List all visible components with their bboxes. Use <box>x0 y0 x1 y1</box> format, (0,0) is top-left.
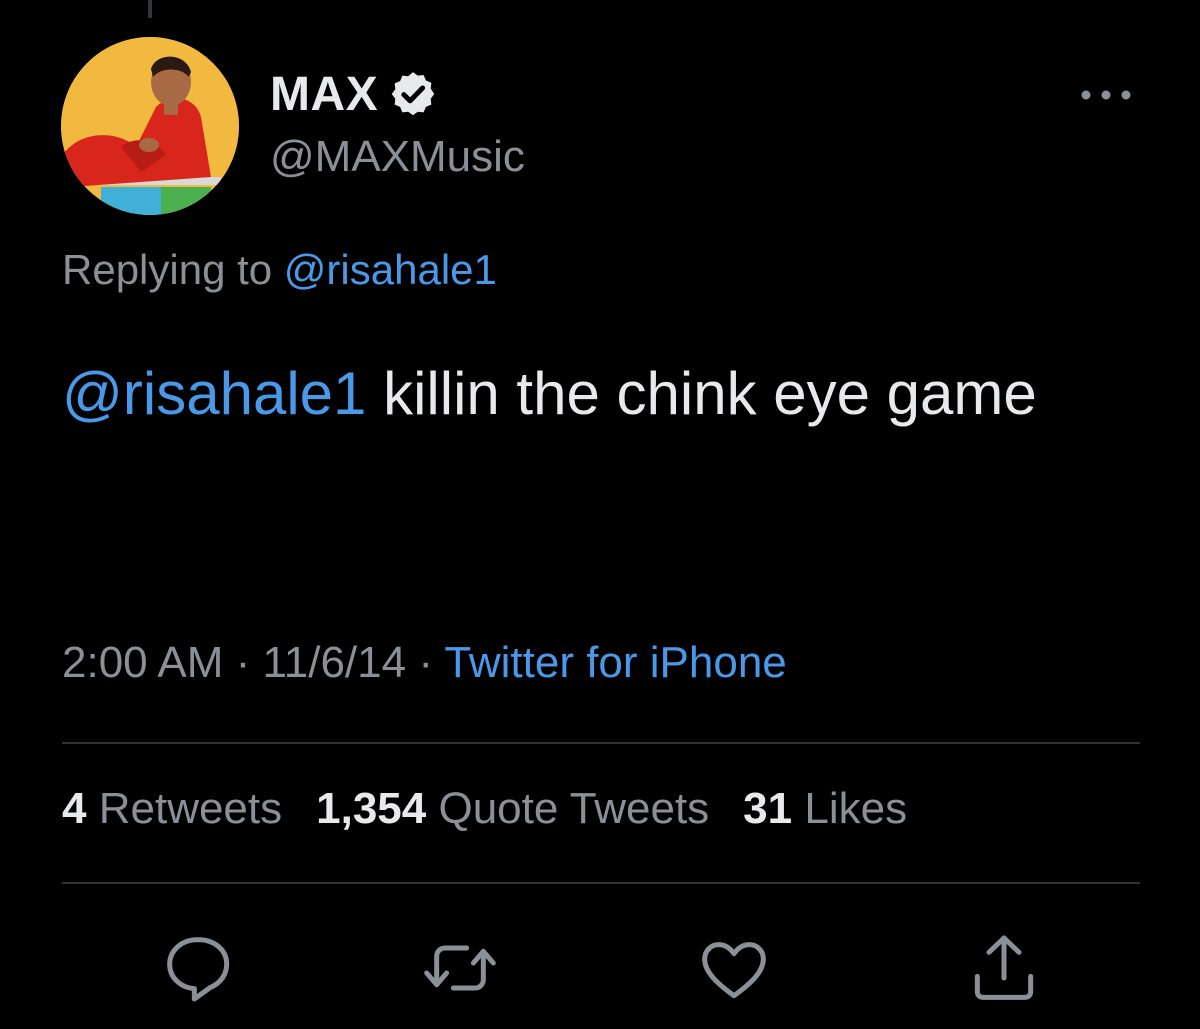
share-icon[interactable] <box>964 928 1044 1008</box>
likes-stat[interactable]: 31 Likes <box>743 784 907 833</box>
tweet-body: killin the chink eye game <box>366 360 1037 427</box>
retweet-icon[interactable] <box>420 928 500 1008</box>
divider <box>62 882 1140 884</box>
heart-icon[interactable] <box>694 928 774 1008</box>
replying-to-mention[interactable]: @risahale1 <box>284 246 497 293</box>
tweet-mention[interactable]: @risahale1 <box>62 360 366 427</box>
quote-tweets-label: Quote Tweets <box>438 784 710 833</box>
tweet-text: @risahale1 killin the chink eye game <box>62 340 1142 448</box>
replying-to: Replying to @risahale1 <box>62 246 497 294</box>
quote-tweets-count: 1,354 <box>316 784 427 833</box>
thread-connector-line <box>148 0 152 18</box>
engagement-stats: 4 Retweets 1,354 Quote Tweets 31 Likes <box>62 784 907 834</box>
verified-badge-icon <box>391 72 435 116</box>
reply-icon[interactable] <box>158 928 238 1008</box>
tweet-source[interactable]: Twitter for iPhone <box>444 638 786 687</box>
retweets-count: 4 <box>62 784 87 833</box>
tweet-time[interactable]: 2:00 AM <box>62 638 223 687</box>
avatar[interactable] <box>61 37 239 215</box>
display-name[interactable]: MAX <box>270 67 378 122</box>
more-options-icon[interactable] <box>1076 80 1136 110</box>
replying-to-label: Replying to <box>62 246 273 293</box>
quote-tweets-stat[interactable]: 1,354 Quote Tweets <box>316 784 709 833</box>
likes-label: Likes <box>804 784 908 833</box>
retweets-label: Retweets <box>98 784 283 833</box>
retweets-stat[interactable]: 4 Retweets <box>62 784 282 833</box>
meta-separator: · <box>406 638 445 687</box>
divider <box>62 742 1140 744</box>
tweet-date[interactable]: 11/6/14 <box>263 638 407 687</box>
tweet-meta: 2:00 AM · 11/6/14 · Twitter for iPhone <box>62 638 787 688</box>
user-handle[interactable]: @MAXMusic <box>270 132 525 182</box>
likes-count: 31 <box>743 784 793 833</box>
meta-separator: · <box>223 638 263 687</box>
avatar-photo <box>61 37 239 215</box>
